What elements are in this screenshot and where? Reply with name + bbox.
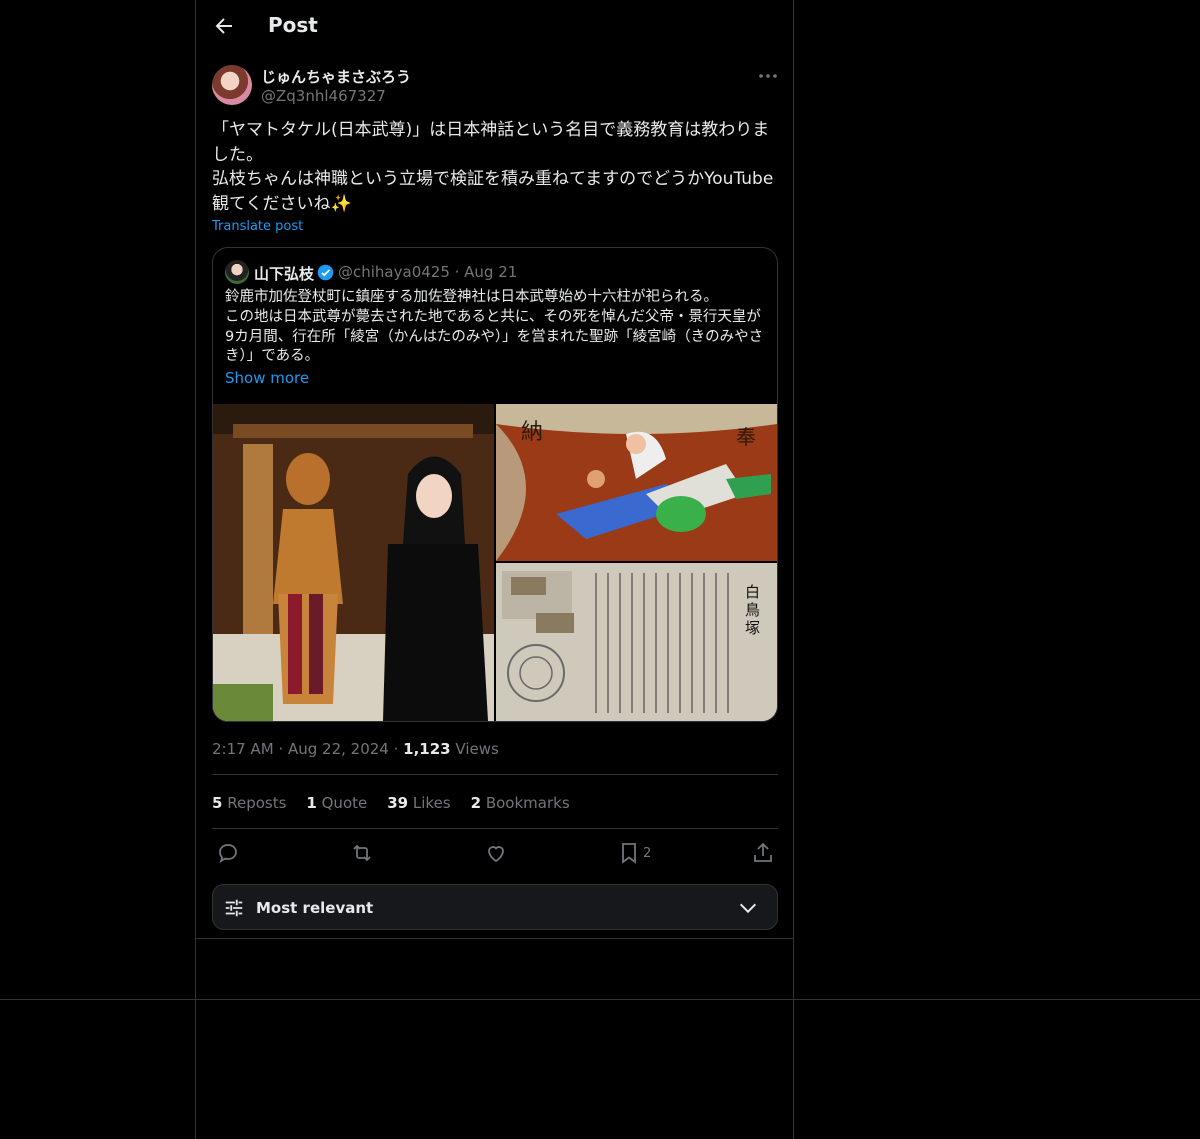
chevron-down-icon: [739, 903, 757, 914]
views-count: 1,123: [403, 740, 451, 758]
repost-icon[interactable]: [350, 841, 374, 865]
post-meta: 2:17 AM · Aug 22, 2024 · 1,123 Views: [212, 740, 499, 758]
post-text: 「ヤマトタケル(日本武尊)」は日本神話という名目で義務教育は教わりました。 弘枝…: [212, 120, 774, 214]
bookmark-icon[interactable]: [617, 841, 641, 865]
verified-badge-icon: [317, 264, 334, 281]
svg-text:塚: 塚: [745, 619, 760, 637]
quoted-author-meta: @chihaya0425 · Aug 21: [338, 263, 518, 281]
bookmarks-stat[interactable]: 2 Bookmarks: [471, 794, 570, 812]
svg-text:白: 白: [745, 583, 760, 601]
translate-post-link[interactable]: Translate post: [212, 219, 303, 234]
page-title: Post: [268, 13, 318, 37]
sort-label: Most relevant: [256, 899, 374, 917]
quotes-stat[interactable]: 1 Quote: [306, 794, 367, 812]
more-options-icon[interactable]: [756, 64, 780, 88]
author-avatar[interactable]: [212, 65, 252, 105]
post-date[interactable]: Aug 22, 2024: [288, 740, 389, 758]
quoted-author-name: 山下弘枝: [254, 265, 315, 283]
quoted-post[interactable]: 山下弘枝 @chihaya0425 · Aug 21 鈴鹿市加佐登杖町に鎮座する…: [212, 247, 778, 722]
engagement-stats: 5 Reposts 1 Quote 39 Likes 2 Bookmarks: [212, 794, 570, 812]
sort-replies-dropdown[interactable]: Most relevant: [212, 884, 778, 930]
views-label: Views: [455, 740, 499, 758]
main-column: Post じゅんちゃまさぶろう @Zq3nhl467327 「ヤマトタケル(日本…: [195, 0, 794, 1139]
author-handle[interactable]: @Zq3nhl467327: [261, 87, 386, 105]
svg-text:納: 納: [521, 420, 543, 445]
photo-signboard[interactable]: 白 鳥 塚: [496, 563, 777, 721]
section-divider: [196, 938, 793, 939]
divider: [212, 828, 778, 829]
meta-dot: ·: [278, 740, 288, 758]
svg-text:鳥: 鳥: [745, 601, 760, 619]
quoted-post-text: 鈴鹿市加佐登杖町に鎮座する加佐登神社は日本武尊始め十六柱が祀られる。 この地は日…: [225, 289, 764, 365]
meta-dot: ·: [393, 740, 404, 758]
svg-text:奉: 奉: [736, 425, 756, 449]
post-header: Post: [196, 0, 793, 53]
bookmark-count: 2: [643, 846, 652, 861]
divider: [212, 774, 778, 775]
like-icon[interactable]: [484, 841, 508, 865]
post-time[interactable]: 2:17 AM: [212, 740, 274, 758]
back-arrow-icon[interactable]: [212, 14, 236, 38]
quoted-author-avatar: [225, 260, 249, 284]
show-more-link[interactable]: Show more: [225, 369, 309, 387]
share-icon[interactable]: [751, 841, 775, 865]
photo-statue[interactable]: [213, 404, 494, 721]
reply-icon[interactable]: [216, 841, 240, 865]
reposts-stat[interactable]: 5 Reposts: [212, 794, 286, 812]
sliders-icon: [225, 899, 243, 917]
author-name[interactable]: じゅんちゃまさぶろう: [261, 66, 411, 87]
photo-grid: 納 奉 白 鳥 塚: [213, 404, 777, 721]
likes-stat[interactable]: 39 Likes: [387, 794, 450, 812]
photo-painting[interactable]: 納 奉: [496, 404, 777, 561]
